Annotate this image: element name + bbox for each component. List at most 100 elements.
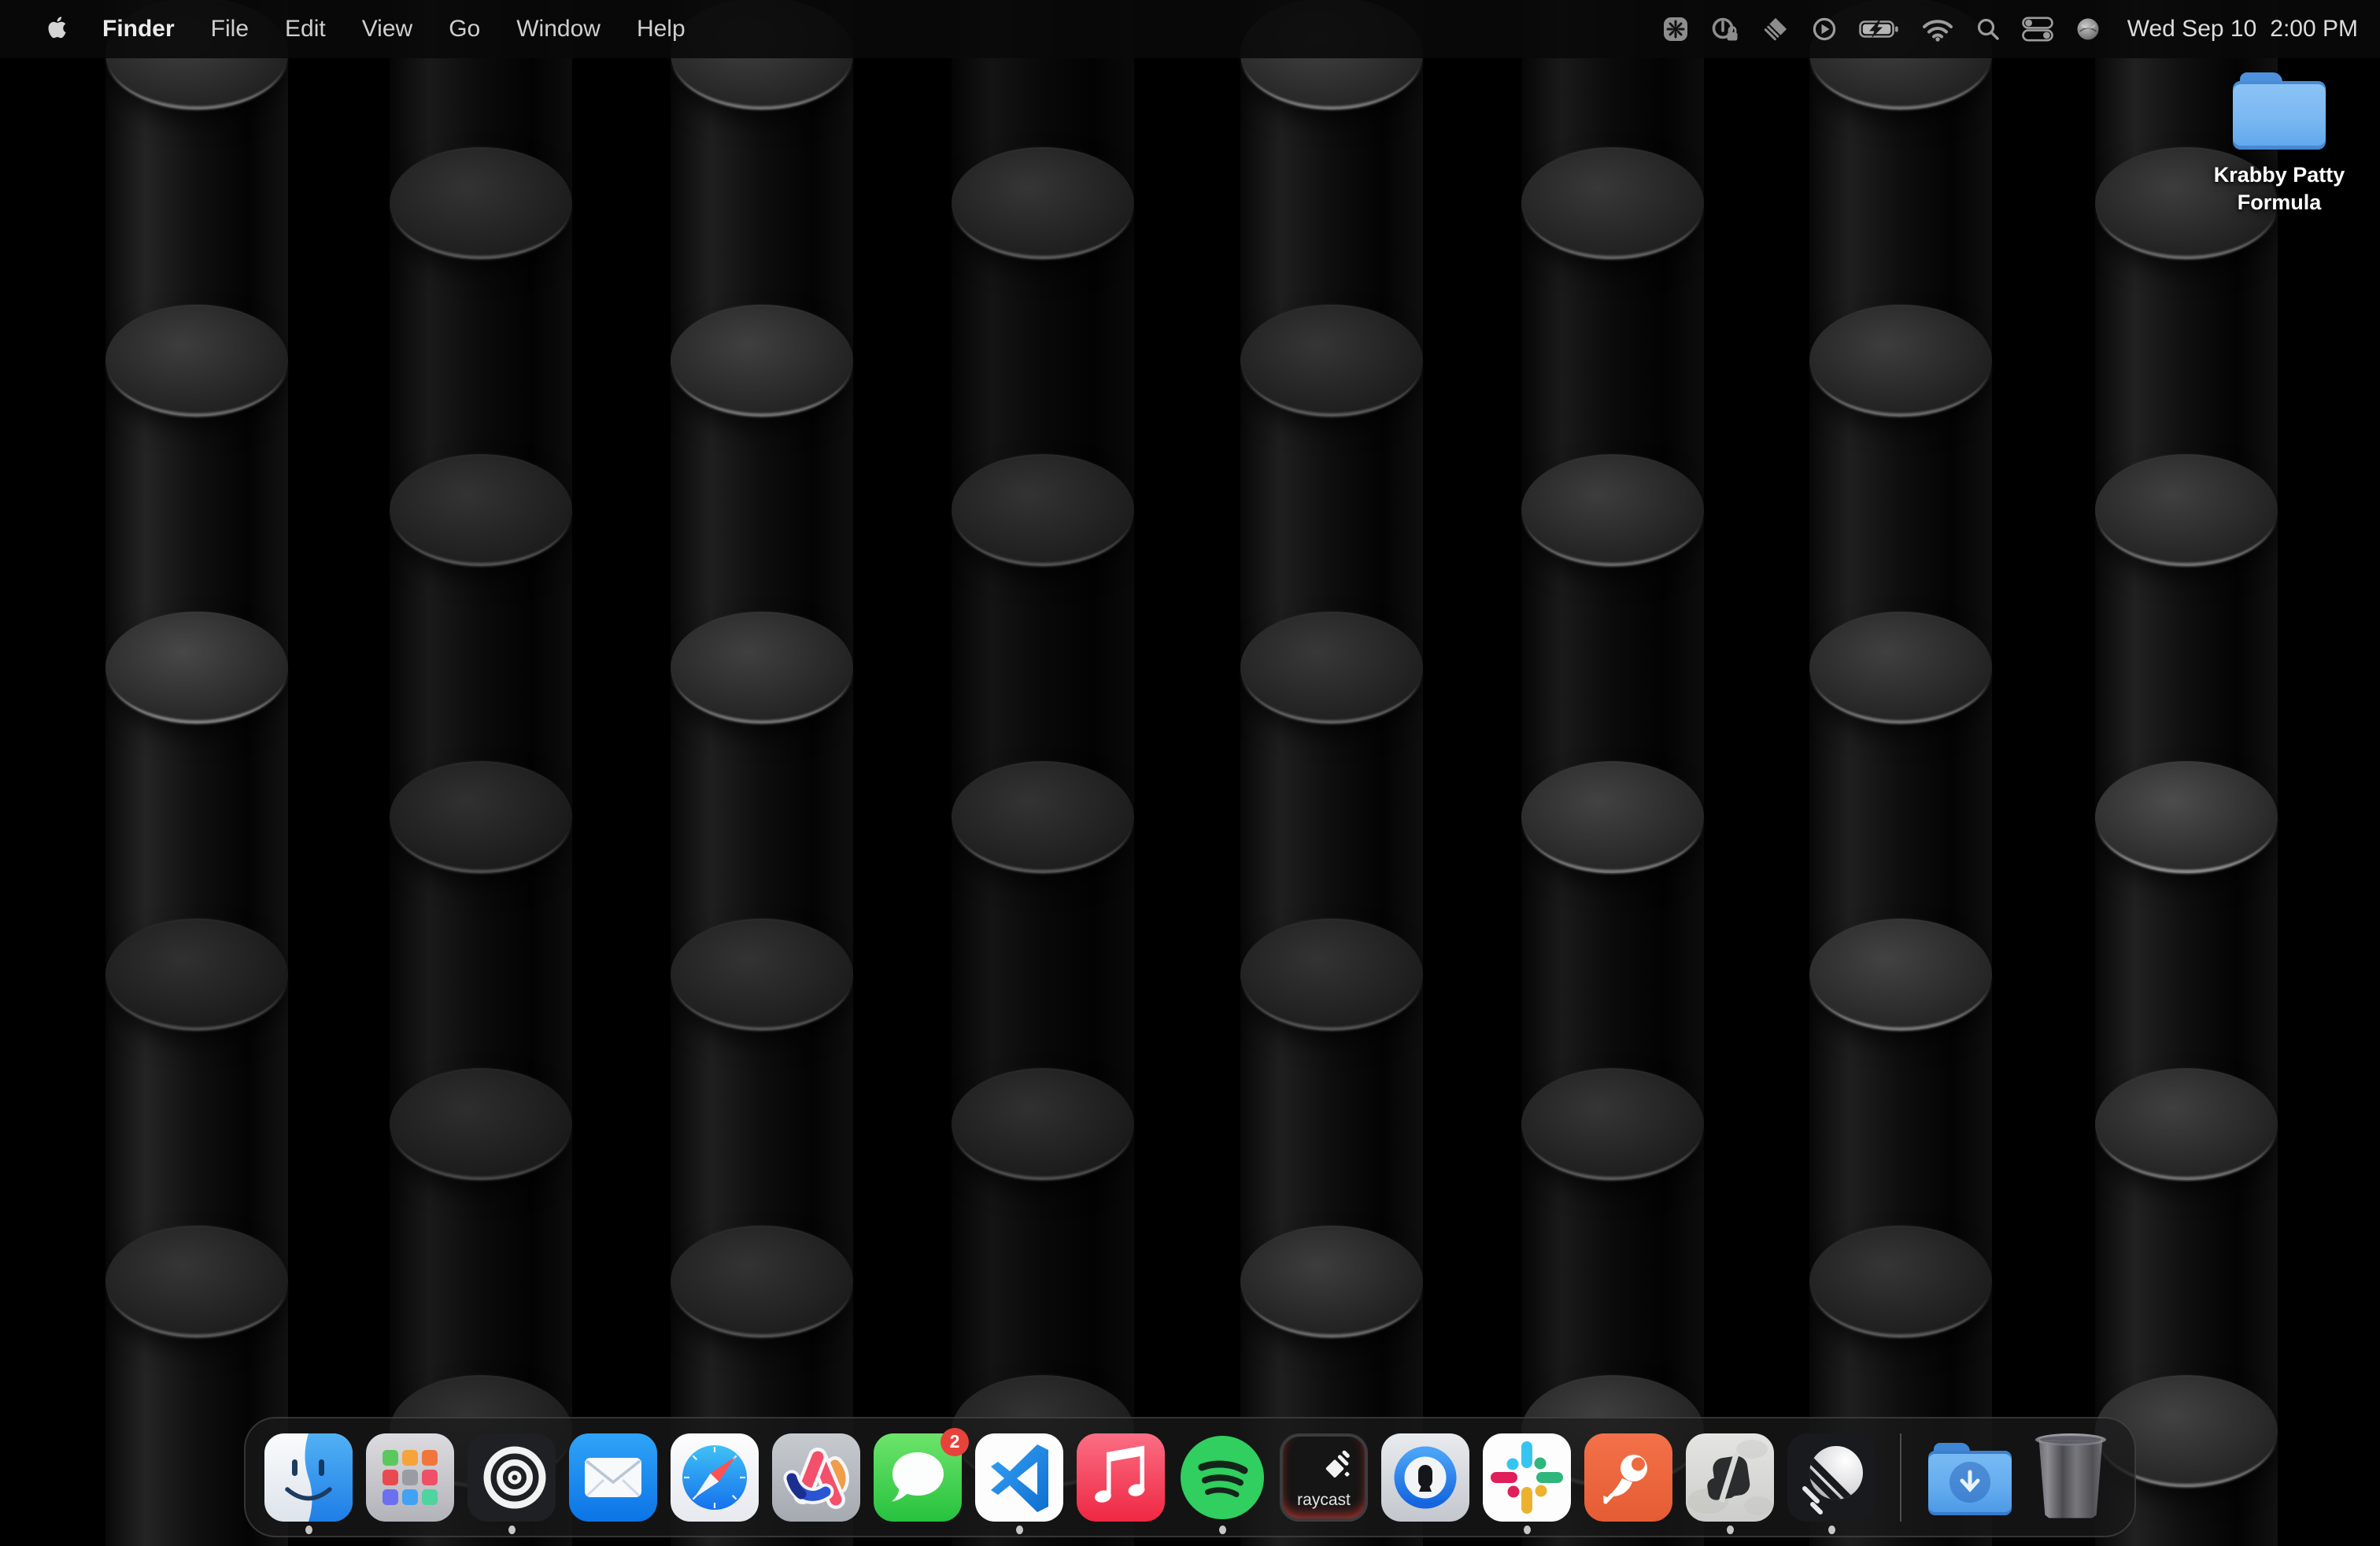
menu-bar: FinderFileEditViewGoWindowHelp: [0, 0, 2380, 58]
apple-logo-icon: [46, 15, 67, 44]
wallpaper: [0, 0, 2380, 1546]
starburst-app-icon[interactable]: [1662, 0, 1689, 58]
power-lock-icon[interactable]: [1710, 0, 1740, 58]
wallpaper-cylinder-cap: [1809, 612, 1992, 723]
running-indicator: [1524, 1526, 1531, 1534]
dock-item-mail[interactable]: [569, 1433, 657, 1522]
wallpaper-cylinder-cap: [105, 612, 288, 723]
wallpaper-cylinder-cap: [1240, 1226, 1423, 1337]
vscode-icon: [975, 1433, 1063, 1522]
dock-item-launchpad[interactable]: [366, 1433, 454, 1522]
wallpaper-cylinder-cap: [952, 147, 1134, 259]
concentric-rings-icon: [468, 1433, 556, 1522]
wallpaper-cylinder-cap: [1521, 147, 1704, 259]
clock-date: Wed Sep 10: [2127, 16, 2257, 43]
wallpaper-cylinder-cap: [390, 761, 572, 873]
wallpaper-cylinder-cap: [390, 454, 572, 566]
wallpaper-cylinder-cap: [671, 1226, 853, 1337]
dock-item-slack[interactable]: [1483, 1433, 1571, 1522]
wallpaper-cylinder-cap: [671, 919, 853, 1030]
spotify-icon: [1178, 1433, 1266, 1522]
raycast-icon: raycast: [1280, 1433, 1368, 1522]
dock-item-safari[interactable]: [671, 1433, 759, 1522]
dock-item-postman[interactable]: [1584, 1433, 1672, 1522]
spotlight-search-icon[interactable]: [1975, 0, 2001, 58]
apple-music-icon: [1077, 1433, 1165, 1522]
dock-item-messages[interactable]: 2: [874, 1433, 962, 1522]
wallpaper-cylinder-cap: [105, 1226, 288, 1337]
desktop-folder-label: Krabby Patty Formula: [2191, 161, 2367, 216]
apple-menu[interactable]: [28, 0, 84, 58]
wallpaper-cylinder-cap: [105, 919, 288, 1030]
wallpaper-cylinder-cap: [1809, 305, 1992, 416]
running-indicator: [305, 1526, 312, 1534]
menu-edit[interactable]: Edit: [267, 0, 344, 58]
wallpaper-cylinder-cap: [2095, 1068, 2278, 1180]
menu-view[interactable]: View: [344, 0, 431, 58]
dock-item-spotify[interactable]: [1178, 1433, 1266, 1522]
launchpad-icon: [366, 1433, 454, 1522]
dock-item-rings[interactable]: [468, 1433, 556, 1522]
trash-icon: [2032, 1433, 2111, 1520]
mail-icon: [569, 1433, 657, 1522]
dock-item-trash[interactable]: [2027, 1433, 2116, 1522]
finder-icon: [264, 1433, 353, 1522]
slack-icon: [1483, 1433, 1571, 1522]
wallpaper-cylinder-cap: [1809, 1226, 1992, 1337]
menu-help[interactable]: Help: [619, 0, 704, 58]
wifi-icon[interactable]: [1921, 0, 1954, 58]
dock-item-arc[interactable]: [772, 1433, 860, 1522]
wallpaper-cylinder-cap: [1521, 761, 1704, 873]
menu-window[interactable]: Window: [498, 0, 619, 58]
menu-finder[interactable]: Finder: [84, 0, 193, 58]
safari-icon: [671, 1433, 759, 1522]
downloads-folder-icon: [1928, 1443, 2012, 1515]
wallpaper-cylinder-cap: [105, 305, 288, 416]
wallpaper-cylinder-cap: [671, 612, 853, 723]
1password-icon: [1381, 1433, 1469, 1522]
striped-flag-icon[interactable]: [1761, 0, 1790, 58]
play-status-icon[interactable]: [1811, 0, 1838, 58]
dock-item-vscode[interactable]: [975, 1433, 1063, 1522]
dock-item-downloads[interactable]: [1926, 1433, 2014, 1522]
wallpaper-cylinder-cap: [671, 305, 853, 416]
wallpaper-cylinder-cap: [1521, 454, 1704, 566]
marble-letter-d-icon: [1686, 1433, 1774, 1522]
wallpaper-cylinder-cap: [390, 147, 572, 259]
dock-item-dia[interactable]: [1686, 1433, 1774, 1522]
wallpaper-cylinder-cap: [1809, 919, 1992, 1030]
wallpaper-cylinder-cap: [1240, 612, 1423, 723]
dock-item-raycast[interactable]: raycast: [1280, 1433, 1368, 1522]
menu-go[interactable]: Go: [431, 0, 498, 58]
folder-icon: [2233, 72, 2326, 150]
running-indicator: [1219, 1526, 1226, 1534]
dock-separator: [1900, 1433, 1901, 1522]
wallpaper-cylinder-cap: [2095, 761, 2278, 873]
menu-file[interactable]: File: [193, 0, 267, 58]
siri-icon[interactable]: [2075, 0, 2101, 58]
wallpaper-cylinder-cap: [1240, 305, 1423, 416]
dock: 2: [244, 1417, 2136, 1537]
control-center-icon[interactable]: [2022, 0, 2053, 58]
running-indicator: [1828, 1526, 1835, 1534]
dock-item-linear[interactable]: [1787, 1433, 1876, 1522]
clock-time: 2:00 PM: [2270, 16, 2358, 43]
running-indicator: [508, 1526, 516, 1534]
arc-browser-icon: [772, 1433, 860, 1522]
dock-item-music[interactable]: [1077, 1433, 1165, 1522]
wallpaper-cylinder-cap: [952, 761, 1134, 873]
raycast-label: raycast: [1280, 1491, 1368, 1510]
menu-bar-status: Wed Sep 10 2:00 PM: [1662, 0, 2358, 58]
desktop-folder-krabby-patty[interactable]: Krabby Patty Formula: [2191, 72, 2367, 216]
postman-icon: [1584, 1433, 1672, 1522]
dock-item-1password[interactable]: [1381, 1433, 1469, 1522]
wallpaper-cylinder-cap: [1521, 1068, 1704, 1180]
wallpaper-cylinder-cap: [952, 454, 1134, 566]
menu-bar-left: FinderFileEditViewGoWindowHelp: [28, 0, 704, 58]
wallpaper-cylinder-cap: [390, 1068, 572, 1180]
linear-icon: [1787, 1433, 1876, 1522]
running-indicator: [1016, 1526, 1023, 1534]
dock-item-finder[interactable]: [264, 1433, 353, 1522]
battery-charging-icon[interactable]: [1859, 0, 1900, 58]
menu-clock[interactable]: Wed Sep 10 2:00 PM: [2127, 16, 2358, 43]
